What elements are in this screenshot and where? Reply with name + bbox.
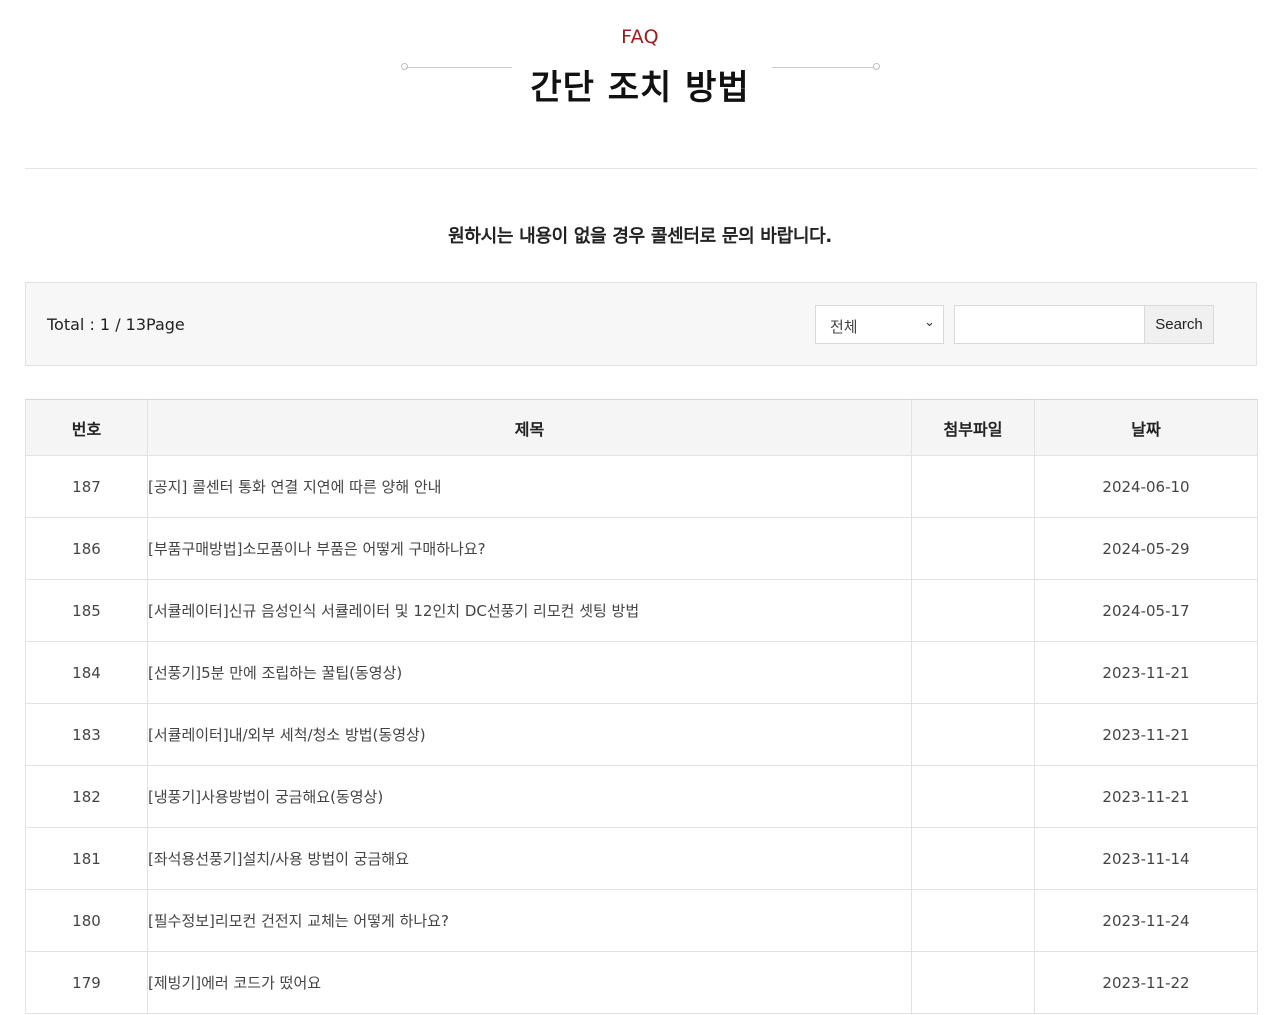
column-header-attachment: 첨부파일 (911, 399, 1035, 456)
chevron-down-icon: ⌄ (924, 315, 935, 330)
category-select-value: 전체 (830, 318, 858, 336)
row-date: 2024-05-17 (1034, 579, 1258, 642)
row-number: 186 (25, 517, 148, 580)
row-attachment (911, 517, 1035, 580)
table-row[interactable]: 181 [좌석용선풍기]설치/사용 방법이 궁금해요 2023-11-14 (25, 827, 1258, 890)
row-date: 2023-11-14 (1034, 827, 1258, 890)
row-title-cell: [필수정보]리모컨 건전지 교체는 어떻게 하나요? (147, 889, 912, 952)
row-date: 2024-05-29 (1034, 517, 1258, 580)
row-date: 2023-11-21 (1034, 703, 1258, 766)
row-date: 2023-11-22 (1034, 951, 1258, 1014)
decorative-line-right (772, 67, 874, 68)
row-attachment (911, 951, 1035, 1014)
decorative-dot-right (873, 63, 880, 70)
row-attachment (911, 703, 1035, 766)
column-header-date: 날짜 (1034, 399, 1258, 456)
row-title-link[interactable]: [좌석용선풍기]설치/사용 방법이 궁금해요 (148, 850, 409, 868)
table-row[interactable]: 185 [서큘레이터]신규 음성인식 서큘레이터 및 12인치 DC선풍기 리모… (25, 579, 1258, 642)
search-bar: Total : 1 / 13Page 전체 ⌄ Search (25, 282, 1257, 366)
category-select[interactable]: 전체 ⌄ (815, 305, 944, 344)
row-title-link[interactable]: [부품구매방법]소모품이나 부품은 어떻게 구매하나요? (148, 540, 486, 558)
table-row[interactable]: 186 [부품구매방법]소모품이나 부품은 어떻게 구매하나요? 2024-05… (25, 517, 1258, 580)
row-title-cell: [서큘레이터]신규 음성인식 서큘레이터 및 12인치 DC선풍기 리모컨 셋팅… (147, 579, 912, 642)
row-title-link[interactable]: [공지] 콜센터 통화 연결 지연에 따른 양해 안내 (148, 478, 441, 496)
row-date: 2023-11-21 (1034, 641, 1258, 704)
row-date: 2023-11-21 (1034, 765, 1258, 828)
row-title-cell: [공지] 콜센터 통화 연결 지연에 따른 양해 안내 (147, 455, 912, 518)
row-title-link[interactable]: [서큘레이터]내/외부 세척/청소 방법(동영상) (148, 726, 426, 744)
row-attachment (911, 579, 1035, 642)
row-title-link[interactable]: [필수정보]리모컨 건전지 교체는 어떻게 하나요? (148, 912, 449, 930)
search-input[interactable] (954, 305, 1146, 344)
row-number: 182 (25, 765, 148, 828)
notice-text: 원하시는 내용이 없을 경우 콜센터로 문의 바랍니다. (448, 226, 832, 247)
table-row[interactable]: 182 [냉풍기]사용방법이 궁금해요(동영상) 2023-11-21 (25, 765, 1258, 828)
search-button[interactable]: Search (1144, 305, 1214, 344)
row-number: 187 (25, 455, 148, 518)
table-row[interactable]: 183 [서큘레이터]내/외부 세척/청소 방법(동영상) 2023-11-21 (25, 703, 1258, 766)
section-kicker: FAQ (621, 26, 659, 48)
row-title-cell: [부품구매방법]소모품이나 부품은 어떻게 구매하나요? (147, 517, 912, 580)
table-header-row: 번호 제목 첨부파일 날짜 (25, 399, 1258, 456)
row-title-cell: [선풍기]5분 만에 조립하는 꿀팁(동영상) (147, 641, 912, 704)
row-attachment (911, 827, 1035, 890)
page-title: 간단 조치 방법 (530, 68, 750, 108)
row-title-link[interactable]: [선풍기]5분 만에 조립하는 꿀팁(동영상) (148, 664, 402, 682)
table-row[interactable]: 187 [공지] 콜센터 통화 연결 지연에 따른 양해 안내 2024-06-… (25, 455, 1258, 518)
page-header: FAQ 간단 조치 방법 (0, 0, 1280, 168)
row-title-link[interactable]: [서큘레이터]신규 음성인식 서큘레이터 및 12인치 DC선풍기 리모컨 셋팅… (148, 602, 639, 620)
faq-table: 번호 제목 첨부파일 날짜 187 [공지] 콜센터 통화 연결 지연에 따른 … (25, 399, 1258, 1014)
table-row[interactable]: 184 [선풍기]5분 만에 조립하는 꿀팁(동영상) 2023-11-21 (25, 641, 1258, 704)
row-number: 179 (25, 951, 148, 1014)
row-attachment (911, 455, 1035, 518)
row-title-cell: [냉풍기]사용방법이 궁금해요(동영상) (147, 765, 912, 828)
row-attachment (911, 765, 1035, 828)
row-number: 185 (25, 579, 148, 642)
total-pages-text: Total : 1 / 13Page (47, 315, 185, 334)
row-date: 2024-06-10 (1034, 455, 1258, 518)
row-number: 183 (25, 703, 148, 766)
row-title-cell: [좌석용선풍기]설치/사용 방법이 궁금해요 (147, 827, 912, 890)
row-title-cell: [서큘레이터]내/외부 세척/청소 방법(동영상) (147, 703, 912, 766)
row-number: 181 (25, 827, 148, 890)
table-row[interactable]: 180 [필수정보]리모컨 건전지 교체는 어떻게 하나요? 2023-11-2… (25, 889, 1258, 952)
header-divider (25, 168, 1257, 169)
row-title-link[interactable]: [냉풍기]사용방법이 궁금해요(동영상) (148, 788, 383, 806)
row-number: 180 (25, 889, 148, 952)
table-row[interactable]: 179 [제빙기]에러 코드가 떴어요 2023-11-22 (25, 951, 1258, 1014)
row-attachment (911, 641, 1035, 704)
row-number: 184 (25, 641, 148, 704)
row-attachment (911, 889, 1035, 952)
column-header-number: 번호 (25, 399, 148, 456)
row-date: 2023-11-24 (1034, 889, 1258, 952)
column-header-title: 제목 (147, 399, 912, 456)
row-title-cell: [제빙기]에러 코드가 떴어요 (147, 951, 912, 1014)
row-title-link[interactable]: [제빙기]에러 코드가 떴어요 (148, 974, 321, 992)
